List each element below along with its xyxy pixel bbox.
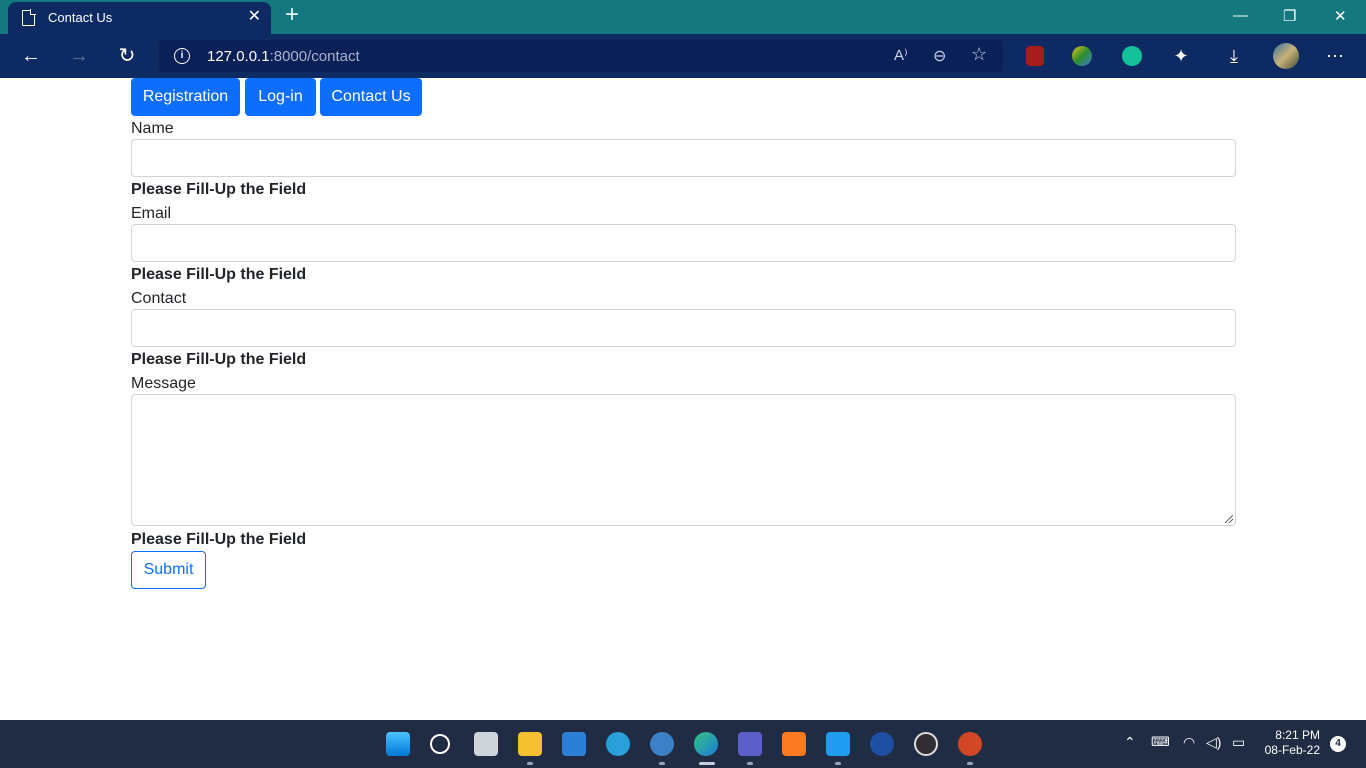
search-icon[interactable] <box>430 734 450 754</box>
zoom-out-icon[interactable]: ⊖ <box>933 46 946 66</box>
url-path: :8000/contact <box>269 48 360 65</box>
running-indicator <box>747 762 753 765</box>
more-icon[interactable]: ⋯ <box>1321 42 1349 70</box>
edge-icon[interactable] <box>694 732 718 756</box>
downloads-icon[interactable]: ⤓ <box>1220 42 1248 70</box>
new-tab-button[interactable]: + <box>280 3 304 28</box>
obs-icon[interactable] <box>914 732 938 756</box>
minimize-button[interactable]: — <box>1233 7 1248 24</box>
page-content: Registration Log-in Contact Us Name Plea… <box>0 78 1366 720</box>
browser-toolbar: ← → ↻ i 127.0.0.1:8000/contact A⁾ ⊖ ☆ ✦ … <box>0 34 1366 78</box>
running-indicator <box>835 762 841 765</box>
refresh-icon[interactable]: ↻ <box>113 42 141 70</box>
url-host: 127.0.0.1 <box>207 48 270 65</box>
start-icon[interactable] <box>386 732 410 756</box>
close-window-button[interactable]: ✕ <box>1334 7 1347 25</box>
teams-icon[interactable] <box>738 732 762 756</box>
telegram-icon[interactable] <box>606 732 630 756</box>
wifi-icon[interactable]: ◠ <box>1183 734 1195 751</box>
submit-button[interactable]: Submit <box>131 551 206 589</box>
email-label: Email <box>131 205 172 222</box>
read-aloud-icon[interactable]: A⁾ <box>894 46 908 64</box>
running-indicator <box>659 762 665 765</box>
chevron-up-icon[interactable]: ⌃ <box>1124 734 1136 751</box>
address-bar[interactable]: i 127.0.0.1:8000/contact A⁾ ⊖ ☆ <box>159 40 1003 72</box>
powerpoint-icon[interactable] <box>958 732 982 756</box>
favorites-icon[interactable]: ☆ <box>971 44 987 65</box>
ublock-icon[interactable] <box>1026 46 1044 66</box>
email-error: Please Fill-Up the Field <box>131 266 307 283</box>
url-text: 127.0.0.1:8000/contact <box>207 48 360 65</box>
message-error: Please Fill-Up the Field <box>131 531 307 548</box>
file-explorer-icon[interactable] <box>518 732 542 756</box>
nav-contact-button[interactable]: Contact Us <box>320 78 422 116</box>
page-icon <box>22 9 36 26</box>
resize-handle-icon[interactable] <box>1225 515 1233 523</box>
system-clock[interactable]: 8:21 PM 08-Feb-22 <box>1262 728 1320 758</box>
clock-time: 8:21 PM <box>1275 728 1320 742</box>
keyboard-icon[interactable]: ⌨ <box>1151 734 1170 750</box>
back-icon[interactable]: ← <box>17 42 45 70</box>
name-input[interactable] <box>131 139 1236 177</box>
grammarly-icon[interactable] <box>1122 46 1142 66</box>
name-error: Please Fill-Up the Field <box>131 181 307 198</box>
taskbar: ⌃ ⌨ ◠ ◁) ▭ 8:21 PM 08-Feb-22 4 <box>0 720 1366 768</box>
running-indicator <box>967 762 973 765</box>
email-input[interactable] <box>131 224 1236 262</box>
contact-error: Please Fill-Up the Field <box>131 351 307 368</box>
vscode-icon[interactable] <box>826 732 850 756</box>
message-textarea[interactable] <box>131 394 1236 526</box>
clock-date: 08-Feb-22 <box>1264 743 1320 757</box>
volume-icon[interactable]: ◁) <box>1206 734 1221 751</box>
nav-login-button[interactable]: Log-in <box>245 78 316 116</box>
message-label: Message <box>131 375 196 392</box>
app-icon[interactable] <box>870 732 894 756</box>
notification-badge[interactable]: 4 <box>1330 736 1346 752</box>
browser-tab-contact[interactable]: Contact Us ✕ <box>8 2 271 34</box>
active-indicator <box>699 762 715 765</box>
qbittorrent-icon[interactable] <box>650 732 674 756</box>
name-label: Name <box>131 120 174 137</box>
tab-title: Contact Us <box>48 10 113 25</box>
battery-icon[interactable]: ▭ <box>1232 734 1245 751</box>
restore-button[interactable]: ❐ <box>1283 7 1296 25</box>
extensions-puzzle-icon[interactable]: ✦ <box>1167 42 1195 70</box>
xampp-icon[interactable] <box>782 732 806 756</box>
task-view-icon[interactable] <box>474 732 498 756</box>
nav-registration-button[interactable]: Registration <box>131 78 240 116</box>
extension-icon[interactable] <box>1072 46 1092 66</box>
mail-icon[interactable] <box>562 732 586 756</box>
browser-tab-bar: Contact Us ✕ + — ❐ ✕ <box>0 0 1366 34</box>
profile-avatar[interactable] <box>1273 43 1299 69</box>
contact-input[interactable] <box>131 309 1236 347</box>
close-tab-icon[interactable]: ✕ <box>248 8 261 26</box>
info-icon[interactable]: i <box>174 48 190 64</box>
running-indicator <box>527 762 533 765</box>
contact-label: Contact <box>131 290 187 307</box>
forward-icon[interactable]: → <box>65 42 93 70</box>
